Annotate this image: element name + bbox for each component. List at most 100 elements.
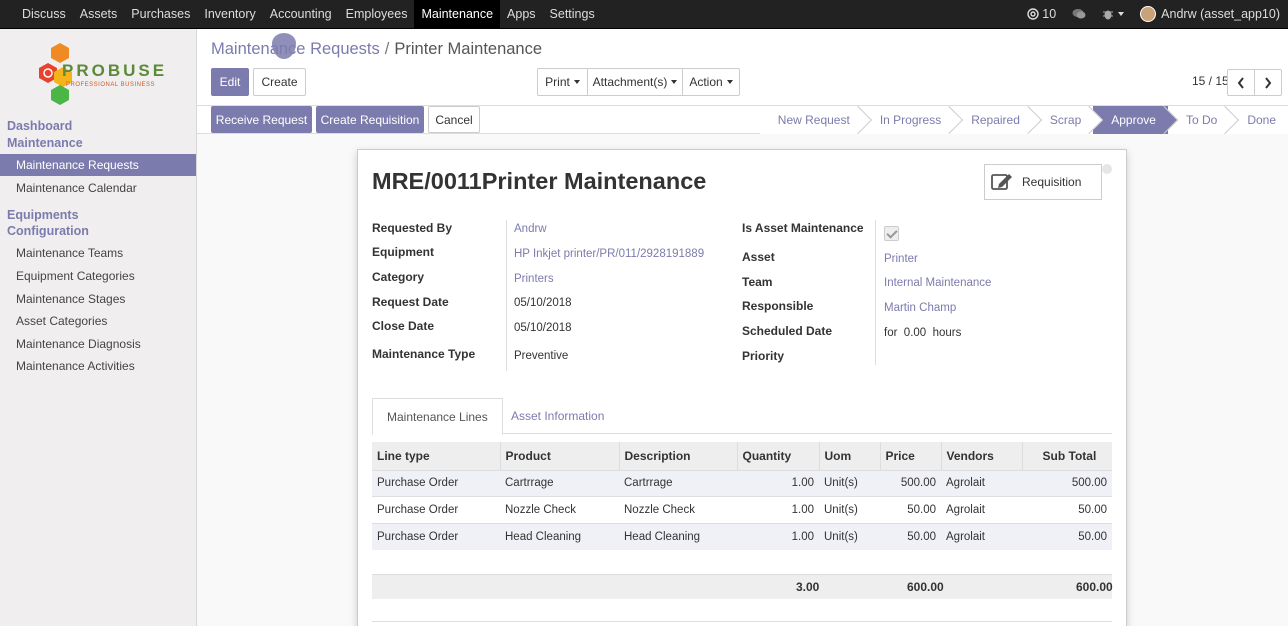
stage-repaired[interactable]: Repaired xyxy=(953,106,1032,134)
value-category[interactable]: Printers xyxy=(514,273,554,285)
cell-product: Cartrrage xyxy=(500,469,619,497)
receive-request-button[interactable]: Receive Request xyxy=(211,106,312,133)
label-asset: Asset xyxy=(742,250,775,264)
table-row[interactable]: Purchase Order Nozzle Check Nozzle Check… xyxy=(372,496,1112,523)
label-category: Category xyxy=(372,270,425,284)
field-divider xyxy=(875,220,876,365)
top-navbar: Discuss Assets Purchases Inventory Accou… xyxy=(0,0,1288,29)
sidebar-item-maintenance-calendar[interactable]: Maintenance Calendar xyxy=(0,177,196,199)
user-menu[interactable]: Andrw (asset_app10) xyxy=(1132,0,1288,28)
tab-asset-information[interactable]: Asset Information xyxy=(497,398,618,434)
table-row[interactable]: Purchase Order Head Cleaning Head Cleani… xyxy=(372,522,1112,550)
action-dropdown[interactable]: Action xyxy=(682,68,740,96)
value-requested-by[interactable]: Andrw xyxy=(514,223,547,235)
pager-previous-button[interactable] xyxy=(1227,69,1255,96)
column-header[interactable]: Description xyxy=(618,442,737,470)
column-header[interactable]: Quantity xyxy=(736,442,819,470)
sidebar-item-asset-categories[interactable]: Asset Categories xyxy=(0,310,196,332)
cancel-button[interactable]: Cancel xyxy=(428,106,480,133)
menu-settings[interactable]: Settings xyxy=(543,0,602,28)
cell-line-type: Purchase Order xyxy=(372,469,500,497)
value-team[interactable]: Internal Maintenance xyxy=(884,277,991,289)
menu-discuss[interactable]: Discuss xyxy=(0,0,73,28)
label-is-asset-maintenance: Is Asset Maintenance xyxy=(742,221,864,235)
menu-apps[interactable]: Apps xyxy=(500,0,543,28)
label-priority: Priority xyxy=(742,349,785,363)
value-request-date: 05/10/2018 xyxy=(514,297,572,309)
edit-button[interactable]: Edit xyxy=(211,68,249,96)
is-asset-maintenance-checkbox[interactable] xyxy=(884,226,899,241)
debug-button[interactable] xyxy=(1094,0,1132,28)
edit-icon xyxy=(991,174,1012,190)
chat-button[interactable] xyxy=(1064,0,1094,28)
notebook-tabs: Maintenance Lines Asset Information xyxy=(372,398,1112,435)
cell-vendor: Agrolait xyxy=(941,522,1022,550)
cell-product: Nozzle Check xyxy=(500,496,619,523)
stage-label: Approve xyxy=(1111,113,1156,127)
action-label: Action xyxy=(689,75,723,89)
cell-subtotal: 500.00 xyxy=(1022,469,1112,497)
column-header[interactable]: Uom xyxy=(818,442,880,470)
column-header[interactable]: Sub Total xyxy=(1021,442,1112,470)
cell-quantity: 1.00 xyxy=(737,522,819,550)
sidebar-item-maintenance-requests[interactable]: Maintenance Requests xyxy=(0,154,196,176)
status-dot xyxy=(1102,164,1112,174)
attachments-dropdown[interactable]: Attachment(s) xyxy=(587,68,683,96)
cell-price: 500.00 xyxy=(880,469,941,497)
chevron-down-icon xyxy=(726,80,733,84)
menu-inventory[interactable]: Inventory xyxy=(197,0,262,28)
stage-new-request[interactable]: New Request xyxy=(759,106,862,134)
breadcrumb-current: Printer Maintenance xyxy=(394,40,543,58)
attachments-label: Attachment(s) xyxy=(592,75,668,89)
cell-uom: Unit(s) xyxy=(819,469,880,497)
create-requisition-button[interactable]: Create Requisition xyxy=(316,106,424,133)
tab-maintenance-lines[interactable]: Maintenance Lines xyxy=(372,398,503,435)
value-equipment[interactable]: HP Inkjet printer/PR/011/2928191889 xyxy=(514,248,704,260)
sidebar-item-maintenance-stages[interactable]: Maintenance Stages xyxy=(0,288,196,310)
menu-assets[interactable]: Assets xyxy=(73,0,125,28)
label-team: Team xyxy=(742,275,773,289)
stage-label: New Request xyxy=(777,113,850,127)
create-button[interactable]: Create xyxy=(253,68,306,96)
column-header[interactable]: Price xyxy=(879,442,941,470)
value-scheduled-duration: for 0.00 hours xyxy=(884,327,962,339)
chevron-right-icon xyxy=(1265,76,1272,89)
menu-purchases[interactable]: Purchases xyxy=(124,0,197,28)
sidebar-item-maintenance-diagnosis[interactable]: Maintenance Diagnosis xyxy=(0,333,196,355)
value-asset[interactable]: Printer xyxy=(884,253,918,265)
pager-next-button[interactable] xyxy=(1254,69,1282,96)
table-row[interactable]: Purchase Order Cartrrage Cartrrage 1.00 … xyxy=(372,469,1112,497)
field-divider xyxy=(506,220,507,371)
stage-pipeline: New Request In Progress Repaired Scrap A… xyxy=(759,106,1288,134)
label-scheduled-date: Scheduled Date xyxy=(742,324,833,338)
cell-price: 50.00 xyxy=(880,522,941,550)
chevron-left-icon xyxy=(1237,76,1244,89)
sidebar-item-maintenance-activities[interactable]: Maintenance Activities xyxy=(0,355,196,377)
print-dropdown[interactable]: Print xyxy=(537,68,588,96)
cell-line-type: Purchase Order xyxy=(372,496,500,523)
menu-maintenance[interactable]: Maintenance xyxy=(414,0,501,28)
cell-line-type: Purchase Order xyxy=(372,522,500,550)
cell-product: Head Cleaning xyxy=(500,522,619,550)
sidebar-section-dashboard[interactable]: Dashboard xyxy=(7,118,72,134)
stage-approve[interactable]: Approve xyxy=(1093,106,1168,134)
cell-quantity: 1.00 xyxy=(737,496,819,523)
column-header[interactable]: Product xyxy=(499,442,619,470)
avatar xyxy=(1140,6,1157,22)
menu-employees[interactable]: Employees xyxy=(339,0,415,28)
value-responsible[interactable]: Martin Champ xyxy=(884,302,956,314)
stage-in-progress[interactable]: In Progress xyxy=(861,106,954,134)
column-header[interactable]: Vendors xyxy=(940,442,1022,470)
menu-accounting[interactable]: Accounting xyxy=(263,0,339,28)
sidebar-item-equipment-categories[interactable]: Equipment Categories xyxy=(0,265,196,287)
requisition-label: Requisition xyxy=(1022,175,1082,189)
sidebar-section-equipments[interactable]: Equipments xyxy=(7,207,79,223)
column-header[interactable]: Line type xyxy=(372,442,500,470)
at-icon xyxy=(1027,8,1039,20)
sidebar-item-maintenance-teams[interactable]: Maintenance Teams xyxy=(0,242,196,264)
sidebar-section-configuration: Configuration xyxy=(7,224,89,238)
requisition-smart-button[interactable]: Requisition xyxy=(984,164,1102,200)
activity-button[interactable]: 10 xyxy=(1019,0,1064,28)
pager-value[interactable]: 15 / 15 xyxy=(1192,74,1229,88)
cell-subtotal: 50.00 xyxy=(1022,522,1112,550)
